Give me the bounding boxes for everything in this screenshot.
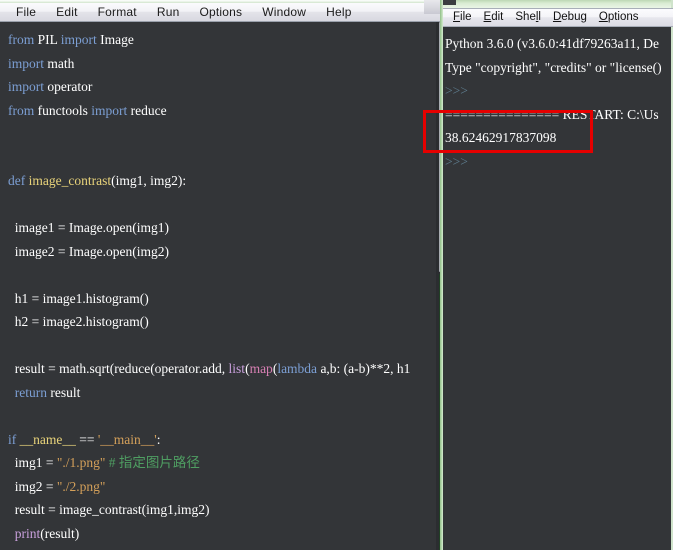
shell-line-result: 38.62462917837098 <box>445 130 557 145</box>
code-line: result = math.sqrt(reduce(operator.add, … <box>8 361 411 376</box>
shell-line-restart: =============== RESTART: C:\Us <box>445 106 659 122</box>
code-line: result = image_contrast(img1,img2) <box>8 502 210 517</box>
menu-item-window[interactable]: Window <box>252 3 316 21</box>
menu-item-options[interactable]: Options <box>189 3 252 21</box>
code-line: from functools import reduce <box>8 102 167 118</box>
menu-item-help[interactable]: Help <box>316 3 361 21</box>
code-line: from PIL import Image <box>8 32 134 47</box>
code-line: image2 = Image.open(img2) <box>8 243 169 259</box>
shell-title-bar[interactable] <box>440 0 673 8</box>
code-line: import math <box>8 55 75 71</box>
code-line: h1 = image1.histogram() <box>8 290 149 306</box>
shell-menu-item-debug[interactable]: Debug <box>547 9 593 26</box>
code-line: return result <box>14 384 81 400</box>
code-line: print(result) <box>14 525 80 541</box>
code-line: if __name__ == '__main__': <box>8 431 161 447</box>
code-line: img2 = "./2.png" <box>8 478 106 494</box>
code-line: def image_contrast(img1, img2): <box>8 173 187 188</box>
shell-menu-item-options[interactable]: Options <box>593 9 645 26</box>
code-line: import operator <box>8 79 93 94</box>
shell-line-copyright: Type "copyright", "credits" or "license(… <box>445 59 662 75</box>
code-line: h2 = image2.histogram() <box>8 314 149 329</box>
code-editor-text-area[interactable]: from PIL import Image import math import… <box>0 22 436 550</box>
code-line: image1 = Image.open(img1) <box>8 220 169 235</box>
shell-menu-bar: File Edit Shell Debug Options <box>443 8 673 27</box>
desktop-background-sliver <box>424 0 440 14</box>
shell-prompt: >>> <box>445 83 468 98</box>
menu-item-edit[interactable]: Edit <box>46 3 87 21</box>
code-line: img1 = "./1.png" # 指定图片路径 <box>8 455 200 470</box>
shell-line-version: Python 3.6.0 (v3.6.0:41df79263a11, De <box>445 36 659 51</box>
shell-menu-item-file[interactable]: File <box>447 9 478 26</box>
python-shell-window: File Edit Shell Debug Options Python 3.6… <box>440 0 673 550</box>
menu-item-format[interactable]: Format <box>88 3 147 21</box>
shell-menu-item-edit[interactable]: Edit <box>478 9 510 26</box>
menu-item-run[interactable]: Run <box>147 3 190 21</box>
editor-menu-bar: File Edit Format Run Options Window Help <box>0 3 450 22</box>
shell-title-text-fragment <box>442 0 456 5</box>
shell-menu-item-shell[interactable]: Shell <box>509 9 547 26</box>
shell-output-area[interactable]: Python 3.6.0 (v3.6.0:41df79263a11, De Ty… <box>445 28 673 548</box>
python-idle-editor-window: File Edit Format Run Options Window Help… <box>0 0 450 550</box>
shell-window-frame-left <box>440 0 443 550</box>
shell-prompt-2: >>> <box>445 153 468 169</box>
menu-item-file[interactable]: File <box>6 3 46 21</box>
